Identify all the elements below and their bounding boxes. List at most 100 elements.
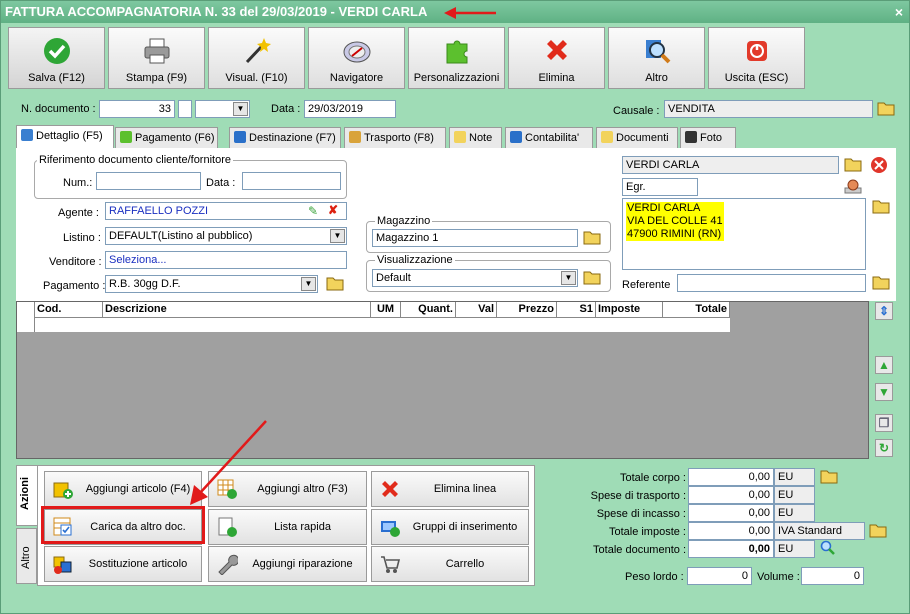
move-down-icon[interactable]: ▼ bbox=[875, 383, 893, 401]
delete-row-button[interactable]: Elimina linea bbox=[371, 471, 529, 507]
col-cod[interactable]: Cod. bbox=[35, 302, 103, 317]
ndoc-suffix-input[interactable] bbox=[178, 100, 192, 118]
causale-input[interactable]: VENDITA bbox=[664, 100, 873, 118]
spese-trasporto-label: Spese di trasporto : bbox=[590, 490, 686, 502]
folder-icon[interactable] bbox=[583, 229, 601, 245]
tab-foto[interactable]: Foto bbox=[680, 127, 736, 149]
save-button[interactable]: Salva (F12) bbox=[8, 27, 105, 89]
tab-trasporto[interactable]: Trasporto (F8) bbox=[344, 127, 446, 149]
folder-icon[interactable] bbox=[820, 468, 838, 484]
preview-button[interactable]: Visual. (F10) bbox=[208, 27, 305, 89]
chevron-down-icon[interactable]: ▼ bbox=[233, 102, 248, 116]
tab-documenti[interactable]: Documenti bbox=[596, 127, 678, 149]
magazzino-input[interactable]: Magazzino 1 bbox=[372, 229, 578, 247]
date-input[interactable]: 29/03/2019 bbox=[304, 100, 396, 118]
side-tab-altro[interactable]: Altro bbox=[16, 528, 37, 584]
clear-x-icon[interactable]: ✘ bbox=[328, 203, 338, 217]
pagamento-select[interactable]: R.B. 30gg D.F. ▼ bbox=[105, 275, 318, 293]
navigator-button[interactable]: Navigatore bbox=[308, 27, 405, 89]
note-icon bbox=[454, 131, 466, 143]
table-row[interactable] bbox=[17, 317, 730, 332]
camera-icon bbox=[685, 131, 697, 143]
chevron-down-icon[interactable]: ▼ bbox=[301, 277, 316, 291]
highlight-box bbox=[41, 506, 205, 544]
other-label: Altro bbox=[645, 72, 668, 84]
folder-icon[interactable] bbox=[844, 156, 862, 172]
customize-button[interactable]: Personalizzazioni bbox=[408, 27, 505, 89]
refresh-icon[interactable]: ↻ bbox=[875, 439, 893, 457]
tab-destinazione[interactable]: Destinazione (F7) bbox=[229, 127, 341, 149]
edit-pencil-icon[interactable]: ✎ bbox=[308, 204, 318, 218]
folder-icon[interactable] bbox=[877, 100, 895, 116]
venditore-label: Venditore : bbox=[49, 256, 102, 268]
riferimento-title: Riferimento documento cliente/fornitore bbox=[37, 154, 233, 166]
ndoc-series-select[interactable]: ▼ bbox=[195, 100, 250, 118]
listino-select[interactable]: DEFAULT(Listino al pubblico) ▼ bbox=[105, 227, 347, 245]
peso-label: Peso lordo : bbox=[625, 571, 684, 583]
folder-icon[interactable] bbox=[872, 198, 890, 214]
scroll-top-icon[interactable]: ⇕ bbox=[875, 302, 893, 320]
cart-button[interactable]: Carrello bbox=[371, 546, 529, 582]
cliente-name-input[interactable]: VERDI CARLA bbox=[622, 156, 839, 174]
col-imposte[interactable]: Imposte bbox=[596, 302, 663, 317]
insertion-groups-button[interactable]: Gruppi di inserimento bbox=[371, 509, 529, 545]
folder-icon[interactable] bbox=[326, 275, 344, 291]
address-box[interactable]: VERDI CARLA VIA DEL COLLE 41 47900 RIMIN… bbox=[622, 198, 866, 270]
col-totale[interactable]: Totale bbox=[663, 302, 730, 317]
title-input[interactable]: Egr. bbox=[622, 178, 698, 196]
copy-row-icon[interactable]: ❐ bbox=[875, 414, 893, 432]
chevron-down-icon[interactable]: ▼ bbox=[330, 229, 345, 243]
totale-documento-value[interactable]: 0,00 bbox=[688, 540, 774, 558]
move-up-icon[interactable]: ▲ bbox=[875, 356, 893, 374]
col-s1[interactable]: S1 bbox=[557, 302, 596, 317]
tab-contabilita[interactable]: Contabilita' bbox=[505, 127, 593, 149]
delete-x-icon bbox=[546, 40, 567, 60]
side-tab-azioni[interactable]: Azioni bbox=[16, 465, 37, 526]
remove-client-icon[interactable] bbox=[870, 156, 888, 174]
col-prezzo[interactable]: Prezzo bbox=[497, 302, 557, 317]
totale-corpo-unit: EU bbox=[774, 468, 815, 486]
replace-article-button[interactable]: Sostituzione articolo bbox=[44, 546, 202, 582]
quick-list-button[interactable]: Lista rapida bbox=[208, 509, 367, 545]
totale-imposte-value[interactable]: 0,00 bbox=[688, 522, 774, 540]
folder-icon[interactable] bbox=[872, 274, 890, 290]
tab-pagamento[interactable]: Pagamento (F6) bbox=[115, 127, 218, 149]
volume-input[interactable]: 0 bbox=[801, 567, 864, 585]
peso-input[interactable]: 0 bbox=[687, 567, 752, 585]
other-button[interactable]: Altro bbox=[608, 27, 705, 89]
spese-trasporto-value[interactable]: 0,00 bbox=[688, 486, 774, 504]
tab-note[interactable]: Note bbox=[449, 127, 502, 149]
folder-icon[interactable] bbox=[583, 269, 601, 285]
preview-label: Visual. (F10) bbox=[225, 72, 288, 84]
annotation-arrow-load bbox=[190, 420, 267, 505]
wrench-icon bbox=[218, 554, 238, 575]
delete-button[interactable]: Elimina bbox=[508, 27, 605, 89]
ref-date-input[interactable] bbox=[242, 172, 341, 190]
col-quant[interactable]: Quant. bbox=[401, 302, 456, 317]
add-article-button[interactable]: Aggiungi articolo (F4) bbox=[44, 471, 202, 507]
address-line-3: 47900 RIMINI (RN) bbox=[627, 228, 722, 240]
totale-corpo-value[interactable]: 0,00 bbox=[688, 468, 774, 486]
tab-dettaglio[interactable]: Dettaglio (F5) bbox=[16, 125, 114, 148]
visualizzazione-title: Visualizzazione bbox=[375, 254, 455, 266]
visualizzazione-select[interactable]: Default ▼ bbox=[372, 269, 578, 287]
ndoc-label: N. documento : bbox=[21, 103, 96, 115]
col-descrizione[interactable]: Descrizione bbox=[103, 302, 371, 317]
exit-button[interactable]: Uscita (ESC) bbox=[708, 27, 805, 89]
address-line-2: VIA DEL COLLE 41 bbox=[627, 215, 723, 227]
print-button[interactable]: Stampa (F9) bbox=[108, 27, 205, 89]
col-um[interactable]: UM bbox=[371, 302, 401, 317]
referente-input[interactable] bbox=[677, 274, 866, 292]
close-icon[interactable]: × bbox=[895, 1, 903, 23]
agente-label: Agente : bbox=[58, 207, 99, 219]
venditore-input[interactable]: Seleziona... bbox=[105, 251, 347, 269]
chevron-down-icon[interactable]: ▼ bbox=[561, 271, 576, 285]
col-val[interactable]: Val bbox=[456, 302, 497, 317]
ref-num-input[interactable] bbox=[96, 172, 201, 190]
spese-incasso-value[interactable]: 0,00 bbox=[688, 504, 774, 522]
folder-icon[interactable] bbox=[869, 522, 887, 538]
ndoc-input[interactable]: 33 bbox=[99, 100, 175, 118]
magnifier-icon[interactable] bbox=[820, 540, 836, 556]
contact-icon[interactable] bbox=[844, 178, 862, 194]
add-repair-button[interactable]: Aggiungi riparazione bbox=[208, 546, 367, 582]
